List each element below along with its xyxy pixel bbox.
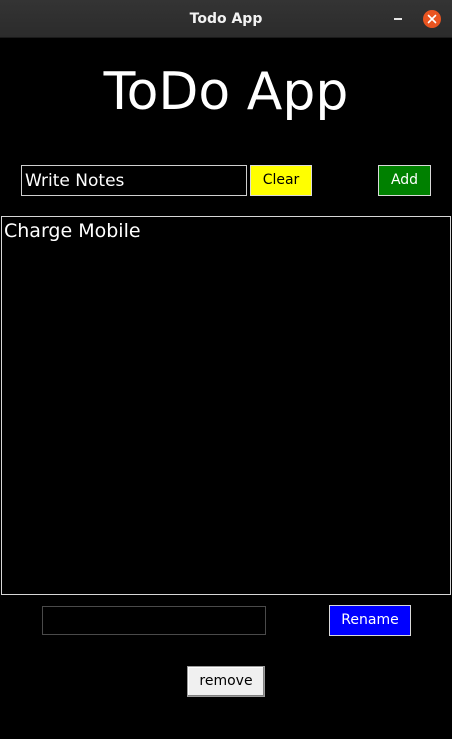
rename-input[interactable] xyxy=(42,606,266,635)
rename-button[interactable]: Rename xyxy=(329,605,411,636)
app-window: Todo App ToDo App Clear Add Charge Mobil… xyxy=(0,0,452,739)
minimize-button[interactable] xyxy=(388,9,408,29)
clear-button[interactable]: Clear xyxy=(250,165,312,196)
list-item[interactable]: Charge Mobile xyxy=(4,219,448,243)
remove-button[interactable]: remove xyxy=(187,666,265,697)
task-input[interactable] xyxy=(21,165,247,196)
title-bar[interactable]: Todo App xyxy=(0,0,452,38)
close-icon xyxy=(427,14,437,24)
close-button[interactable] xyxy=(423,10,441,28)
app-heading: ToDo App xyxy=(103,62,349,122)
minimize-icon xyxy=(394,18,402,20)
task-list[interactable]: Charge Mobile xyxy=(1,216,451,595)
add-button[interactable]: Add xyxy=(378,165,431,196)
window-title: Todo App xyxy=(189,11,263,27)
